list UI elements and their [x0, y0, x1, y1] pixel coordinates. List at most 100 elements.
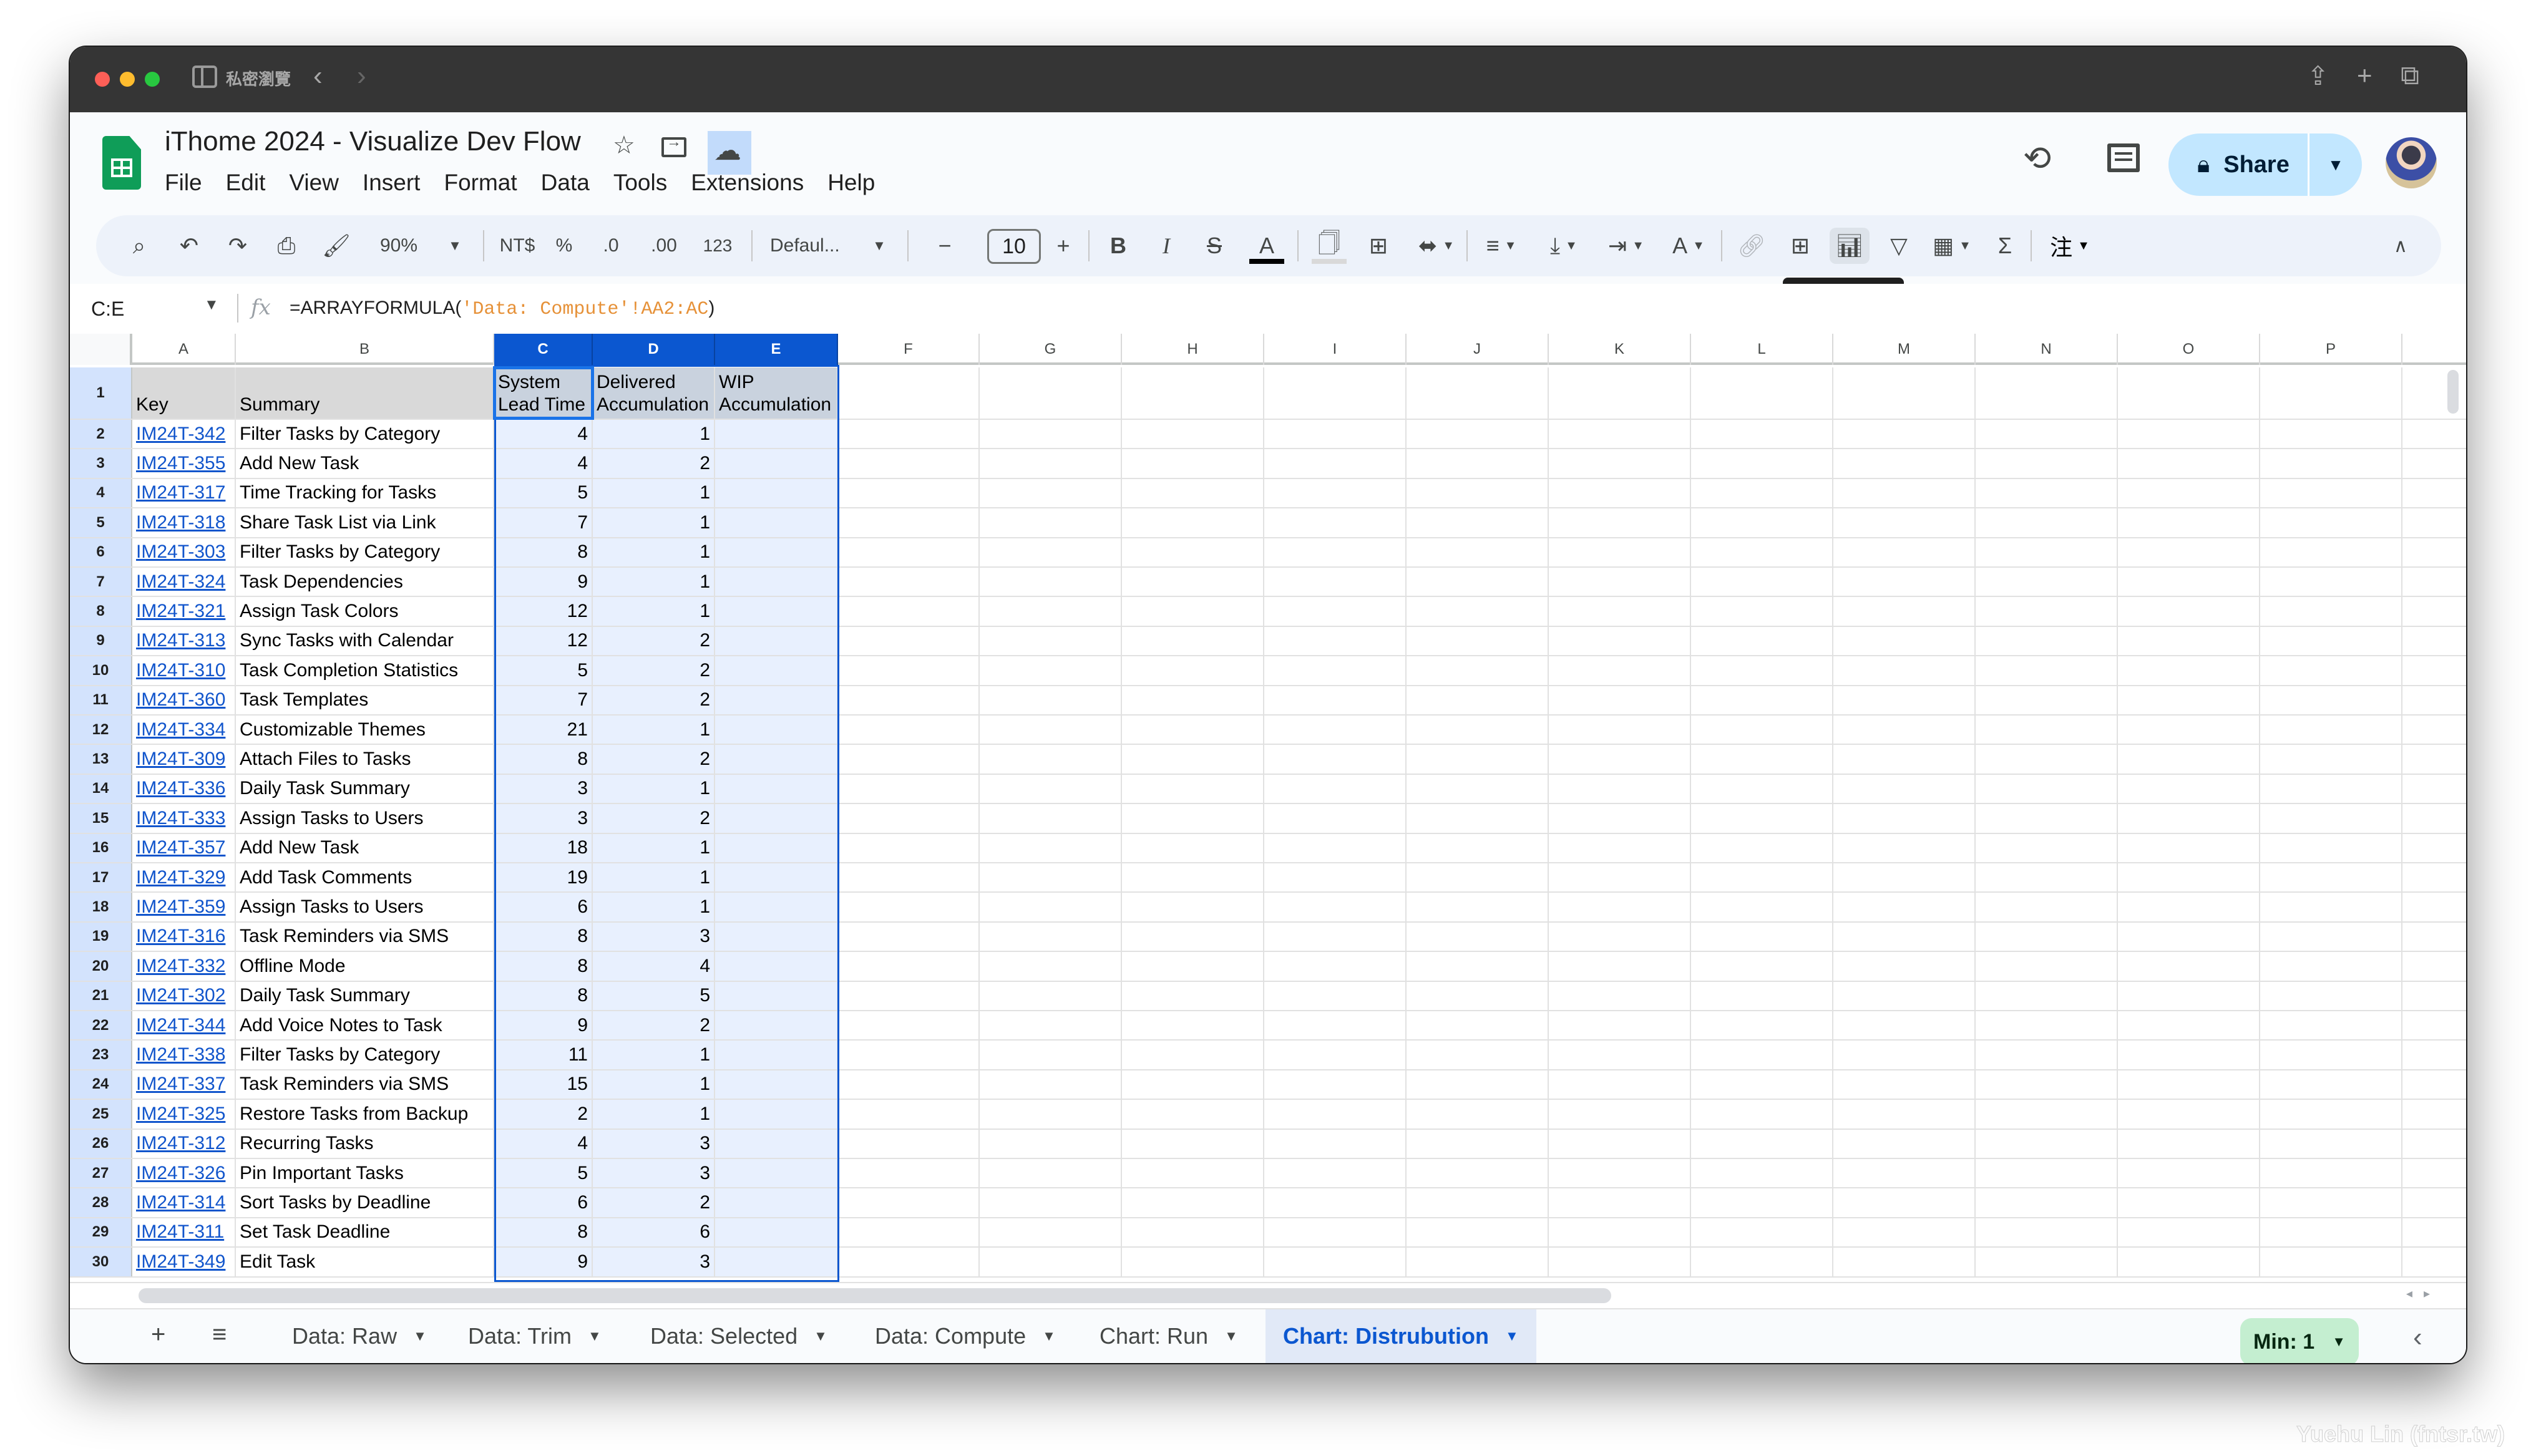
delivered-cell[interactable]: 2 — [593, 626, 715, 656]
empty-cell[interactable] — [1691, 804, 1833, 833]
empty-cell[interactable] — [1691, 1159, 1833, 1188]
forward-icon[interactable]: › — [357, 61, 366, 92]
empty-cell[interactable] — [2260, 656, 2402, 685]
empty-cell[interactable] — [1976, 863, 2118, 892]
empty-cell[interactable] — [2260, 478, 2402, 508]
sheet-tab-menu-icon[interactable]: ▼ — [1042, 1328, 1056, 1344]
empty-cell[interactable] — [1976, 1041, 2118, 1069]
empty-cell[interactable] — [980, 1070, 1122, 1099]
wip-cell[interactable] — [715, 1041, 838, 1069]
empty-cell[interactable] — [1264, 1129, 1407, 1158]
empty-cell[interactable] — [838, 1070, 980, 1099]
vertical-scrollbar[interactable] — [2447, 370, 2459, 414]
summary-cell[interactable]: Set Task Deadline — [236, 1218, 494, 1247]
empty-cell[interactable] — [2118, 893, 2260, 921]
row-number[interactable]: 20 — [70, 952, 132, 981]
empty-cell[interactable] — [1407, 626, 1549, 656]
empty-cell[interactable] — [2118, 478, 2260, 508]
empty-cell[interactable] — [1976, 804, 2118, 833]
wip-cell[interactable] — [715, 1188, 838, 1217]
issue-key-link[interactable]: IM24T-309 — [132, 745, 236, 774]
empty-cell[interactable] — [1833, 597, 1976, 626]
empty-cell[interactable] — [1549, 656, 1691, 685]
row-number[interactable]: 4 — [70, 478, 132, 508]
empty-cell[interactable] — [2260, 597, 2402, 626]
empty-cell[interactable] — [1549, 1011, 1691, 1040]
empty-cell[interactable] — [1122, 686, 1264, 714]
empty-cell[interactable] — [1976, 449, 2118, 478]
empty-cell[interactable] — [1407, 922, 1549, 951]
empty-cell[interactable] — [1691, 716, 1833, 744]
lead-time-cell[interactable]: 3 — [494, 774, 593, 803]
delivered-cell[interactable]: 2 — [593, 1188, 715, 1217]
empty-cell[interactable] — [1976, 568, 2118, 596]
empty-cell[interactable] — [1833, 420, 1976, 449]
all-sheets-icon[interactable]: ≡ — [212, 1321, 227, 1349]
empty-cell[interactable] — [2118, 538, 2260, 566]
summary-cell[interactable]: Recurring Tasks — [236, 1129, 494, 1158]
empty-cell[interactable] — [1264, 538, 1407, 566]
wip-cell[interactable] — [715, 626, 838, 656]
wip-cell[interactable] — [715, 1129, 838, 1158]
empty-cell[interactable] — [2118, 774, 2260, 803]
share-dropdown-icon[interactable]: ▼ — [2309, 155, 2362, 175]
empty-cell[interactable] — [2118, 922, 2260, 951]
empty-cell[interactable] — [980, 1159, 1122, 1188]
empty-cell[interactable] — [838, 1129, 980, 1158]
empty-cell[interactable] — [838, 833, 980, 862]
empty-cell[interactable] — [1691, 1011, 1833, 1040]
header-cell-system-lead-time[interactable]: System Lead Time — [494, 367, 593, 419]
percent-format-button[interactable]: % — [552, 228, 577, 264]
empty-cell[interactable] — [1122, 478, 1264, 508]
delivered-cell[interactable]: 2 — [593, 656, 715, 685]
share-button[interactable]: 🔒︎ Share ▼ — [2168, 133, 2362, 196]
wip-cell[interactable] — [715, 478, 838, 508]
empty-cell[interactable] — [1833, 1218, 1976, 1247]
empty-cell[interactable] — [1976, 538, 2118, 566]
undo-icon[interactable]: ↶ — [173, 228, 205, 264]
empty-cell[interactable] — [2260, 449, 2402, 478]
empty-cell[interactable] — [980, 804, 1122, 833]
empty-cell[interactable] — [1833, 833, 1976, 862]
empty-cell[interactable] — [1549, 981, 1691, 1010]
menu-extensions[interactable]: Extensions — [691, 170, 804, 196]
wip-cell[interactable] — [715, 1159, 838, 1188]
empty-cell[interactable] — [1976, 774, 2118, 803]
delivered-cell[interactable]: 6 — [593, 1218, 715, 1247]
empty-cell[interactable] — [1122, 420, 1264, 449]
issue-key-link[interactable]: IM24T-302 — [132, 981, 236, 1010]
empty-cell[interactable] — [2260, 1041, 2402, 1069]
version-history-icon[interactable]: ⟲ — [2023, 138, 2051, 178]
empty-cell[interactable] — [1549, 568, 1691, 596]
empty-cell[interactable] — [1264, 745, 1407, 774]
decrease-decimal-button[interactable]: .0 — [595, 228, 627, 264]
wip-cell[interactable] — [715, 656, 838, 685]
wip-cell[interactable] — [715, 1011, 838, 1040]
row-number[interactable]: 19 — [70, 922, 132, 951]
zoom-dropdown-icon[interactable]: ▼ — [446, 228, 464, 264]
issue-key-link[interactable]: IM24T-326 — [132, 1159, 236, 1188]
sidebar-toggle-icon[interactable] — [192, 66, 217, 88]
empty-cell[interactable] — [1833, 478, 1976, 508]
empty-cell[interactable] — [838, 893, 980, 921]
header-cell-delivered-accumulation[interactable]: Delivered Accumulation — [593, 367, 715, 419]
empty-cell[interactable] — [838, 804, 980, 833]
empty-cell[interactable] — [1691, 686, 1833, 714]
delivered-cell[interactable]: 3 — [593, 1159, 715, 1188]
empty-cell[interactable] — [838, 686, 980, 714]
empty-cell[interactable] — [1691, 367, 1833, 419]
delivered-cell[interactable]: 1 — [593, 1070, 715, 1099]
empty-cell[interactable] — [1122, 597, 1264, 626]
name-box-dropdown-icon[interactable]: ▼ — [204, 296, 219, 314]
empty-cell[interactable] — [2118, 449, 2260, 478]
empty-cell[interactable] — [1549, 1100, 1691, 1128]
empty-cell[interactable] — [1407, 367, 1549, 419]
empty-cell[interactable] — [1264, 716, 1407, 744]
empty-cell[interactable] — [1407, 981, 1549, 1010]
wip-cell[interactable] — [715, 716, 838, 744]
column-header-a[interactable]: A — [132, 334, 236, 365]
lead-time-cell[interactable]: 19 — [494, 863, 593, 892]
empty-cell[interactable] — [1691, 420, 1833, 449]
empty-cell[interactable] — [2118, 420, 2260, 449]
empty-cell[interactable] — [2260, 716, 2402, 744]
